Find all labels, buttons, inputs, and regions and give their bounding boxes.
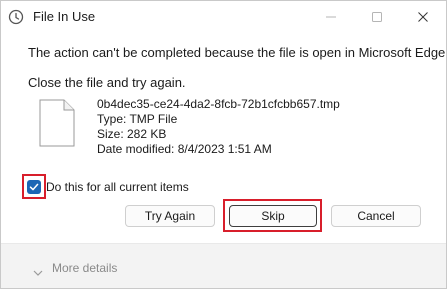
maximize-icon [372, 12, 382, 22]
file-name: 0b4dec35-ce24-4da2-8fcb-72b1cfcbb657.tmp [97, 97, 340, 111]
apply-to-all-checkbox[interactable] [27, 180, 41, 194]
file-size: Size: 282 KB [97, 127, 167, 141]
more-details-toggle[interactable]: More details [52, 261, 117, 275]
minimize-icon [326, 16, 336, 18]
file-icon [39, 99, 75, 147]
minimize-button[interactable] [308, 1, 354, 33]
dialog-footer: More details [1, 243, 446, 288]
cancel-button[interactable]: Cancel [331, 205, 421, 227]
skip-button[interactable]: Skip [229, 205, 317, 227]
file-date-modified: Date modified: 8/4/2023 1:51 AM [97, 142, 272, 156]
title-bar: File In Use [1, 1, 446, 33]
file-in-use-dialog: File In Use The action can't be complete… [0, 0, 447, 289]
chevron-down-icon[interactable] [33, 264, 43, 276]
close-icon [418, 12, 428, 22]
maximize-button[interactable] [354, 1, 400, 33]
file-in-use-app-icon [8, 9, 24, 25]
close-button[interactable] [400, 1, 446, 33]
try-again-button[interactable]: Try Again [125, 205, 215, 227]
window-title: File In Use [33, 9, 96, 24]
error-message: The action can't be completed because th… [28, 45, 446, 60]
file-type: Type: TMP File [97, 112, 178, 126]
file-details: 0b4dec35-ce24-4da2-8fcb-72b1cfcbb657.tmp… [97, 97, 340, 157]
instruction-text: Close the file and try again. [28, 75, 186, 90]
checkmark-icon [29, 183, 39, 191]
apply-to-all-label[interactable]: Do this for all current items [46, 180, 189, 194]
